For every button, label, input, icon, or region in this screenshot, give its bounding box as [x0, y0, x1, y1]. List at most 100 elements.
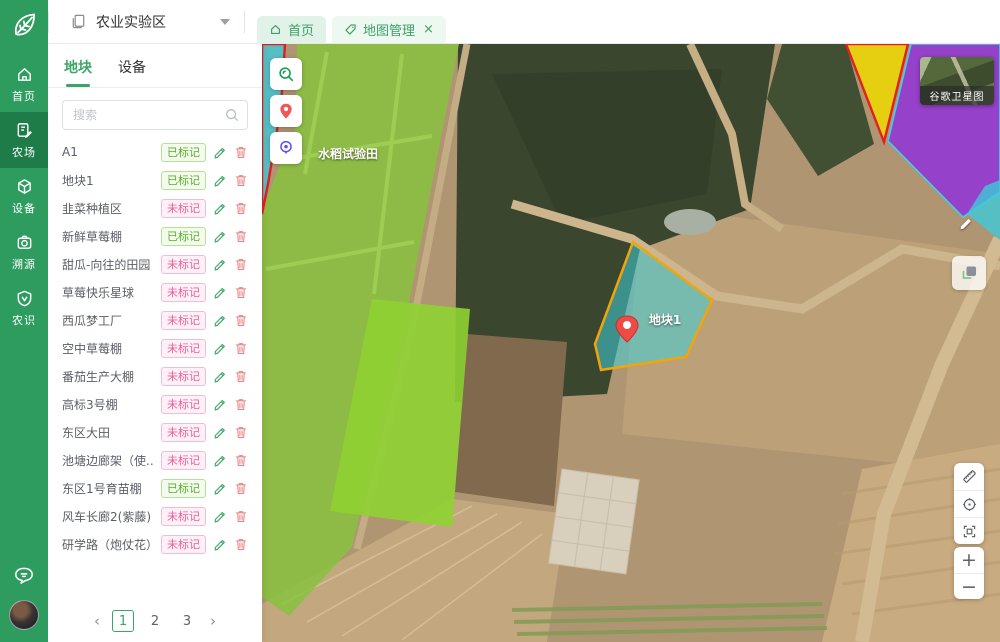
map-layers-button[interactable]: [952, 256, 986, 290]
plot-name: 研学路（炮仗花）: [62, 536, 154, 553]
next-page-button[interactable]: ›: [208, 612, 218, 630]
tag-icon: [344, 23, 357, 36]
tab-devices[interactable]: 设备: [118, 57, 146, 87]
edit-icon[interactable]: [213, 229, 227, 243]
header-tabs: 首页 地图管理 ×: [257, 16, 446, 43]
plot-name: 西瓜梦工厂: [62, 312, 154, 329]
sidebar-nav: 首页 农场 设备 溯源: [0, 56, 48, 336]
map-locate-button[interactable]: [270, 132, 302, 164]
plot-list-item[interactable]: 地块1 已标记: [48, 166, 262, 194]
delete-icon[interactable]: [234, 229, 248, 243]
sidebar-item-farm[interactable]: 农场: [0, 112, 48, 168]
close-icon[interactable]: ×: [423, 23, 434, 36]
sidebar-footer: [0, 564, 48, 630]
search-input[interactable]: [62, 100, 248, 130]
plot-name: 草莓快乐星球: [62, 284, 154, 301]
map-annotation-icon[interactable]: [958, 214, 974, 230]
edit-icon[interactable]: [213, 341, 227, 355]
plot-list-item[interactable]: 韭菜种植区 未标记: [48, 194, 262, 222]
shield-icon: [15, 289, 34, 308]
workspace-label: 农业实验区: [96, 12, 211, 32]
plots-panel: 地块 设备 A1 已标记: [48, 44, 262, 642]
edit-icon[interactable]: [213, 201, 227, 215]
page-button-3[interactable]: 3: [176, 610, 198, 632]
plot-list-item[interactable]: 西瓜梦工厂 未标记: [48, 306, 262, 334]
locate-pin-icon: [277, 139, 295, 157]
sidebar-item-label: 农场: [12, 144, 36, 160]
zoom-in-button[interactable]: +: [954, 547, 984, 573]
satellite-map: 水稻试验田 地块1: [262, 44, 1000, 642]
plot-list-item[interactable]: 空中草莓棚 未标记: [48, 334, 262, 362]
map-marker-button[interactable]: [270, 95, 302, 127]
plot-list-item[interactable]: 高标3号棚 未标记: [48, 390, 262, 418]
zoom-out-button[interactable]: −: [954, 573, 984, 599]
prev-page-button[interactable]: ‹: [92, 612, 102, 630]
delete-icon[interactable]: [234, 341, 248, 355]
edit-icon[interactable]: [213, 481, 227, 495]
sidebar-item-home[interactable]: 首页: [0, 56, 48, 112]
ruler-icon: [961, 468, 978, 485]
tab-home[interactable]: 首页: [257, 16, 326, 43]
edit-icon[interactable]: [213, 453, 227, 467]
plot-list-item[interactable]: 草莓快乐星球 未标记: [48, 278, 262, 306]
delete-icon[interactable]: [234, 509, 248, 523]
edit-icon[interactable]: [213, 257, 227, 271]
chat-icon[interactable]: [12, 564, 36, 588]
fullscreen-icon: [961, 523, 978, 540]
delete-icon[interactable]: [234, 453, 248, 467]
delete-icon[interactable]: [234, 425, 248, 439]
tab-map-management[interactable]: 地图管理 ×: [332, 16, 446, 43]
delete-icon[interactable]: [234, 313, 248, 327]
plot-list-item[interactable]: 东区1号育苗棚 已标记: [48, 474, 262, 502]
edit-icon[interactable]: [213, 285, 227, 299]
sidebar-item-knowledge[interactable]: 农识: [0, 280, 48, 336]
plot-list-item[interactable]: 番茄生产大棚 未标记: [48, 362, 262, 390]
plot-status-badge: 未标记: [161, 311, 206, 330]
edit-icon[interactable]: [213, 397, 227, 411]
map-search-button[interactable]: [270, 58, 302, 90]
plot-status-badge: 未标记: [161, 395, 206, 414]
delete-icon[interactable]: [234, 173, 248, 187]
edit-icon[interactable]: [213, 509, 227, 523]
edit-icon[interactable]: [213, 313, 227, 327]
plot-list-item[interactable]: 新鲜草莓棚 已标记: [48, 222, 262, 250]
plot-list-item[interactable]: 风车长廊2(紫藤) 未标记: [48, 502, 262, 530]
fit-extent-button[interactable]: [954, 517, 984, 544]
delete-icon[interactable]: [234, 537, 248, 551]
edit-icon[interactable]: [213, 537, 227, 551]
delete-icon[interactable]: [234, 397, 248, 411]
edit-icon[interactable]: [213, 369, 227, 383]
cube-icon: [15, 177, 34, 196]
tab-plots[interactable]: 地块: [64, 57, 92, 87]
greenhouse: [549, 469, 639, 574]
plot-list-item[interactable]: 甜瓜-向往的田园 未标记: [48, 250, 262, 278]
map-canvas[interactable]: 水稻试验田 地块1 谷歌: [262, 44, 1000, 642]
plot-list-item[interactable]: 研学路（炮仗花） 未标记: [48, 530, 262, 558]
sidebar-item-label: 设备: [12, 200, 36, 216]
page-button-2[interactable]: 2: [144, 610, 166, 632]
delete-icon[interactable]: [234, 201, 248, 215]
locate-button[interactable]: [954, 490, 984, 517]
map-tools-left: [270, 58, 302, 164]
delete-icon[interactable]: [234, 285, 248, 299]
delete-icon[interactable]: [234, 145, 248, 159]
plot-list-item[interactable]: 东区大田 未标记: [48, 418, 262, 446]
edit-icon[interactable]: [213, 425, 227, 439]
avatar[interactable]: [9, 600, 39, 630]
plot-list-item[interactable]: A1 已标记: [48, 138, 262, 166]
delete-icon[interactable]: [234, 369, 248, 383]
plot-list-item[interactable]: 池塘边廊架（使... 未标记: [48, 446, 262, 474]
workspace-selector[interactable]: 农业实验区: [70, 12, 230, 32]
edit-icon[interactable]: [213, 145, 227, 159]
basemap-switcher[interactable]: 谷歌卫星图: [920, 57, 994, 105]
page-button-1[interactable]: 1: [112, 610, 134, 632]
delete-icon[interactable]: [234, 257, 248, 271]
delete-icon[interactable]: [234, 481, 248, 495]
edit-icon[interactable]: [213, 173, 227, 187]
plot-status-badge: 未标记: [161, 367, 206, 386]
sidebar-item-trace[interactable]: 溯源: [0, 224, 48, 280]
sidebar-item-device[interactable]: 设备: [0, 168, 48, 224]
camera-icon: [15, 233, 34, 252]
plot-status-badge: 未标记: [161, 199, 206, 218]
measure-button[interactable]: [954, 463, 984, 490]
